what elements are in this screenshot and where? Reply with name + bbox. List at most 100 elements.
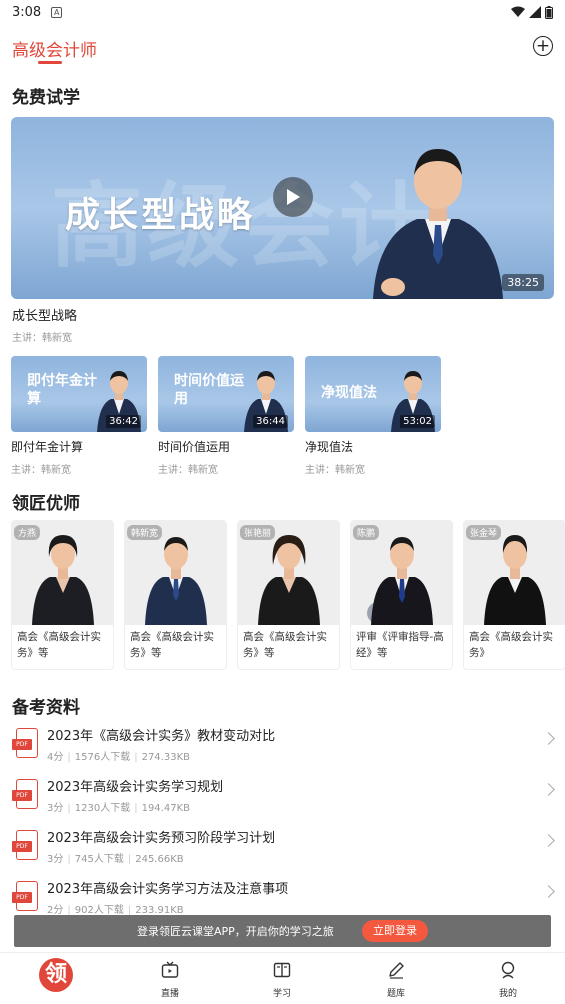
chevron-right-icon [542, 732, 555, 745]
status-time: 3:08 [12, 4, 42, 20]
material-size: 245.66KB [135, 854, 184, 865]
list-item[interactable]: PDF 2023年高级会计实务预习阶段学习计划 3分 | 745人下载 | 245.66… [0, 822, 565, 872]
video-caption: 净现值法 [305, 440, 354, 454]
material-name: 2023年《高级会计实务》教材变动对比 [47, 729, 276, 744]
section-title-teachers: 领匠优师 [12, 494, 80, 514]
play-icon [287, 189, 300, 205]
teacher-description: 评审《评审指导-高经》等 [356, 631, 444, 659]
login-prompt-bar: 登录领匠云课堂APP，开启你的学习之旅 立即登录 [14, 915, 551, 947]
user-icon [501, 961, 515, 979]
material-meta: 2分 | 902人下载 | 233.91KB [47, 905, 184, 916]
status-bar: 3:08 A [0, 0, 565, 24]
hero-video[interactable]: 高级会计 成长型战略 38:25 [11, 117, 554, 299]
teacher-description: 高会《高级会计实务》 [469, 631, 553, 659]
teacher-card[interactable]: 张艳丽 高会《高级会计实务》等 [237, 520, 340, 670]
teacher-description: 高会《高级会计实务》等 [130, 631, 214, 659]
teacher-name-tag: 张金琴 [466, 525, 502, 540]
teacher-figure [367, 537, 433, 625]
teacher-card[interactable]: 方燕 高会《高级会计实务》等 [11, 520, 114, 670]
plus-icon: + [535, 35, 551, 56]
status-icons [511, 5, 553, 19]
teacher-description: 高会《高级会计实务》等 [17, 631, 101, 659]
add-button[interactable]: + [533, 36, 553, 56]
tab-me[interactable]: 我的 [478, 961, 538, 999]
material-name: 2023年高级会计实务预习阶段学习计划 [47, 831, 276, 846]
tv-icon [161, 961, 179, 978]
teacher-photo: 方燕 [12, 521, 113, 625]
video-thumbnail[interactable]: 净现值法 53:02 [305, 356, 441, 432]
teacher-photo: 张艳丽 [238, 521, 339, 625]
teacher-photo: 陈鹏 [351, 521, 452, 625]
chevron-right-icon [542, 783, 555, 796]
teacher-carousel[interactable]: 方燕 高会《高级会计实务》等 韩新宽 高会《高级会计实务》等 张艳丽 高会《高级… [11, 520, 565, 672]
teacher-figure [145, 537, 207, 625]
home-logo-tab[interactable]: 领 [39, 958, 73, 992]
teacher-photo: 张金琴 [464, 521, 565, 625]
material-score: 3分 [47, 854, 64, 865]
video-card[interactable]: 时间价值运用 36:44 时间价值运用 主讲：韩新宽 [158, 356, 294, 476]
teacher-name-tag: 陈鹏 [353, 525, 380, 540]
section-title-materials: 备考资料 [12, 698, 80, 718]
tab-question-bank[interactable]: 题库 [366, 961, 426, 999]
hero-lecturer: 主讲：韩新宽 [12, 333, 72, 344]
pdf-icon: PDF [12, 779, 39, 811]
chevron-right-icon [542, 885, 555, 898]
tab-study[interactable]: 学习 [252, 961, 312, 999]
material-meta: 3分 | 745人下载 | 245.66KB [47, 854, 184, 865]
tab-label: 我的 [498, 989, 517, 999]
login-button[interactable]: 立即登录 [362, 920, 428, 942]
teacher-name-tag: 张艳丽 [240, 525, 276, 540]
login-prompt-text: 登录领匠云课堂APP，开启你的学习之旅 [137, 925, 334, 938]
hero-caption[interactable]: 成长型战略 [12, 305, 77, 324]
teacher-photo: 韩新宽 [125, 521, 226, 625]
list-item[interactable]: PDF 2023年高级会计实务学习规划 3分 | 1230人下载 | 194.47KB [0, 771, 565, 821]
play-button[interactable] [273, 177, 313, 217]
teacher-photo [373, 149, 503, 299]
wifi-icon [511, 6, 525, 17]
teacher-figure [32, 535, 94, 625]
video-card[interactable]: 净现值法 53:02 净现值法 主讲：韩新宽 [305, 356, 441, 476]
hero-video-title: 成长型战略 [65, 196, 256, 236]
list-item[interactable]: PDF 2023年《高级会计实务》教材变动对比 4分 | 1576人下载 | 274.3… [0, 720, 565, 770]
video-lecturer: 主讲：韩新宽 [158, 465, 218, 476]
chevron-right-icon [542, 834, 555, 847]
teacher-name-tag: 方燕 [14, 525, 41, 540]
pdf-icon: PDF [12, 830, 39, 862]
pdf-icon: PDF [12, 881, 39, 913]
title-underline [38, 61, 62, 64]
tab-label: 直播 [160, 989, 179, 999]
page-title[interactable]: 高级会计师 [12, 36, 97, 61]
teacher-description: 高会《高级会计实务》等 [243, 631, 327, 659]
material-score: 4分 [47, 752, 64, 763]
tab-label: 学习 [272, 989, 291, 999]
teacher-figure [484, 535, 546, 625]
video-card[interactable]: 即付年金计算 36:42 即付年金计算 主讲：韩新宽 [11, 356, 147, 476]
video-lecturer: 主讲：韩新宽 [11, 465, 71, 476]
video-thumbnail[interactable]: 即付年金计算 36:42 [11, 356, 147, 432]
tab-label: 题库 [386, 989, 405, 999]
teacher-card[interactable]: 张金琴 高会《高级会计实务》 [463, 520, 565, 670]
notification-icon: A [51, 6, 63, 18]
material-downloads: 1576人下载 [74, 752, 131, 763]
material-name: 2023年高级会计实务学习方法及注意事项 [47, 882, 289, 897]
teacher-figure [258, 535, 320, 625]
hero-duration: 38:25 [502, 274, 544, 291]
video-caption: 即付年金计算 [11, 440, 84, 454]
material-downloads: 745人下载 [74, 854, 124, 865]
top-header: 高级会计师 + [0, 24, 565, 72]
video-lecturer: 主讲：韩新宽 [305, 465, 365, 476]
video-duration: 36:44 [253, 415, 288, 428]
teacher-card[interactable]: 韩新宽 高会《高级会计实务》等 [124, 520, 227, 670]
material-size: 194.47KB [141, 803, 190, 814]
teacher-card[interactable]: 陈鹏 评审《评审指导-高经》等 [350, 520, 453, 670]
video-caption: 时间价值运用 [158, 440, 231, 454]
video-duration: 36:42 [106, 415, 141, 428]
material-name: 2023年高级会计实务学习规划 [47, 780, 224, 795]
video-duration: 53:02 [400, 415, 435, 428]
material-score: 3分 [47, 803, 64, 814]
signal-icon [529, 6, 541, 18]
pdf-icon: PDF [12, 728, 39, 760]
material-meta: 4分 | 1576人下载 | 274.33KB [47, 752, 190, 763]
video-thumbnail[interactable]: 时间价值运用 36:44 [158, 356, 294, 432]
tab-live[interactable]: 直播 [140, 961, 200, 999]
